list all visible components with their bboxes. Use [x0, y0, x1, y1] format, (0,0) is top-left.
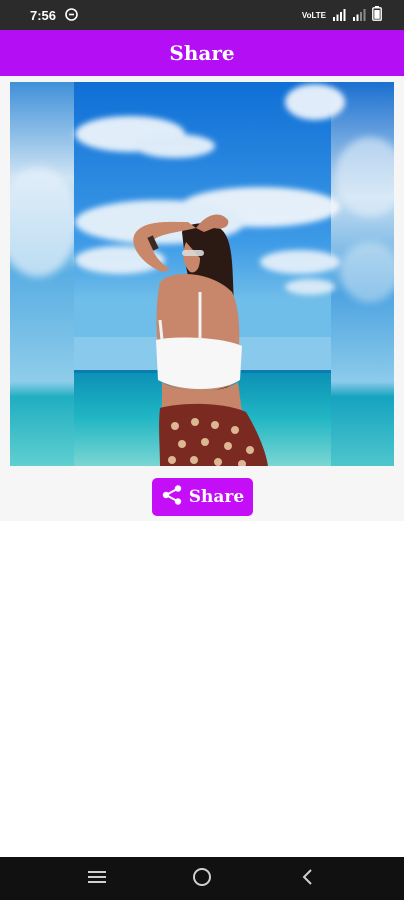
- share-button-label: Share: [188, 487, 245, 507]
- status-time: 7:56: [30, 7, 57, 23]
- beach-photo: [10, 82, 394, 466]
- data-saver-icon: [65, 6, 78, 25]
- signal-icon: [332, 6, 346, 25]
- signal-icon: [352, 6, 366, 25]
- status-right: VoLTE: [301, 5, 382, 25]
- battery-icon: [372, 5, 382, 25]
- back-icon: [300, 868, 314, 890]
- nav-bar: [0, 857, 404, 900]
- back-button[interactable]: [287, 859, 327, 899]
- recents-button[interactable]: [77, 859, 117, 899]
- share-button[interactable]: Share: [152, 478, 253, 516]
- home-button[interactable]: [182, 859, 222, 899]
- status-left: 7:56: [30, 6, 78, 25]
- app-bar: Share: [0, 30, 404, 76]
- photo-image: [10, 82, 394, 466]
- home-icon: [192, 867, 212, 891]
- recents-icon: [87, 869, 107, 889]
- content-area: Share: [0, 76, 404, 521]
- page-title: Share: [169, 41, 235, 65]
- network-label: VoLTE: [301, 10, 326, 20]
- status-bar: 7:56 VoLTE: [0, 0, 404, 30]
- share-icon: [161, 484, 183, 510]
